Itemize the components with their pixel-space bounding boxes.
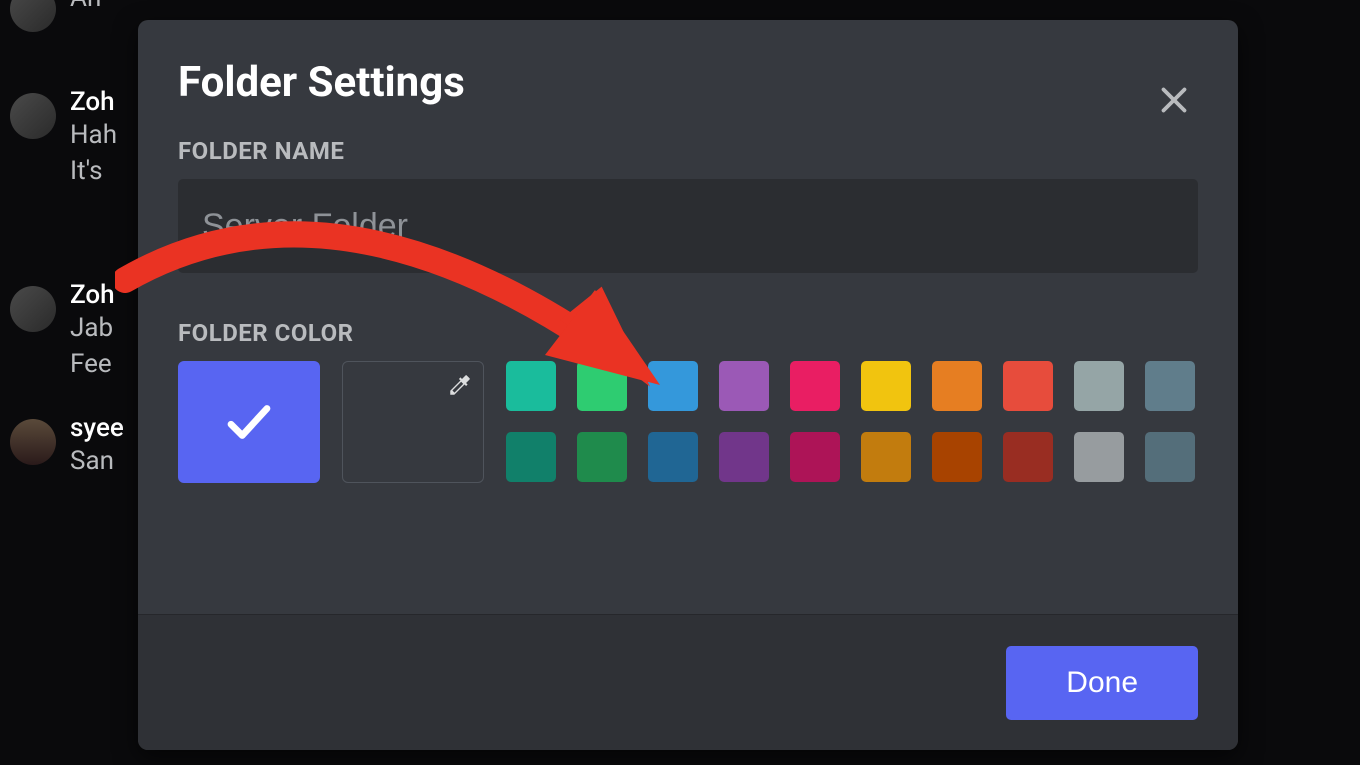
- folder-name-label: FOLDER NAME: [178, 137, 1198, 165]
- message-text: Ah: [70, 0, 101, 16]
- avatar: [10, 419, 56, 465]
- color-swatch[interactable]: [577, 432, 627, 482]
- color-swatch[interactable]: [648, 432, 698, 482]
- done-button[interactable]: Done: [1006, 646, 1198, 720]
- folder-color-label: FOLDER COLOR: [178, 319, 1198, 347]
- color-swatch[interactable]: [648, 361, 698, 411]
- modal-header: Folder Settings: [138, 20, 1238, 107]
- modal-title: Folder Settings: [178, 58, 1198, 107]
- custom-color-picker[interactable]: [342, 361, 484, 483]
- color-swatch[interactable]: [1003, 361, 1053, 411]
- folder-settings-modal: Folder Settings FOLDER NAME FOLDER COLOR: [138, 20, 1238, 750]
- color-swatch[interactable]: [719, 361, 769, 411]
- modal-footer: Done: [138, 614, 1238, 750]
- username: syee: [70, 413, 124, 443]
- color-swatch[interactable]: [861, 432, 911, 482]
- avatar: [10, 0, 56, 32]
- color-swatch[interactable]: [790, 432, 840, 482]
- color-swatch[interactable]: [1074, 361, 1124, 411]
- avatar: [10, 286, 56, 332]
- message-text: Hah: [70, 117, 117, 153]
- color-swatch[interactable]: [719, 432, 769, 482]
- color-swatch[interactable]: [506, 361, 556, 411]
- color-swatch[interactable]: [790, 361, 840, 411]
- color-swatch[interactable]: [1003, 432, 1053, 482]
- color-swatch[interactable]: [932, 432, 982, 482]
- close-icon: [1156, 82, 1192, 118]
- color-swatch-grid: [506, 361, 1195, 482]
- message-text: Jab: [70, 310, 115, 346]
- color-swatch[interactable]: [1145, 361, 1195, 411]
- selected-color-preview[interactable]: [178, 361, 320, 483]
- color-swatch[interactable]: [932, 361, 982, 411]
- modal-body: FOLDER NAME FOLDER COLOR: [138, 107, 1238, 614]
- eyedropper-icon: [447, 372, 473, 398]
- message-text: Fee: [70, 346, 115, 382]
- color-swatch[interactable]: [577, 361, 627, 411]
- username: Zoh: [70, 87, 117, 117]
- color-swatch[interactable]: [1145, 432, 1195, 482]
- color-swatch[interactable]: [506, 432, 556, 482]
- avatar: [10, 93, 56, 139]
- message-text: It's: [70, 153, 117, 189]
- username: Zoh: [70, 280, 115, 310]
- check-icon: [222, 395, 276, 449]
- folder-name-input[interactable]: [178, 179, 1198, 273]
- color-swatch[interactable]: [861, 361, 911, 411]
- color-swatch[interactable]: [1074, 432, 1124, 482]
- close-button[interactable]: [1150, 76, 1198, 124]
- message-text: San: [70, 443, 124, 479]
